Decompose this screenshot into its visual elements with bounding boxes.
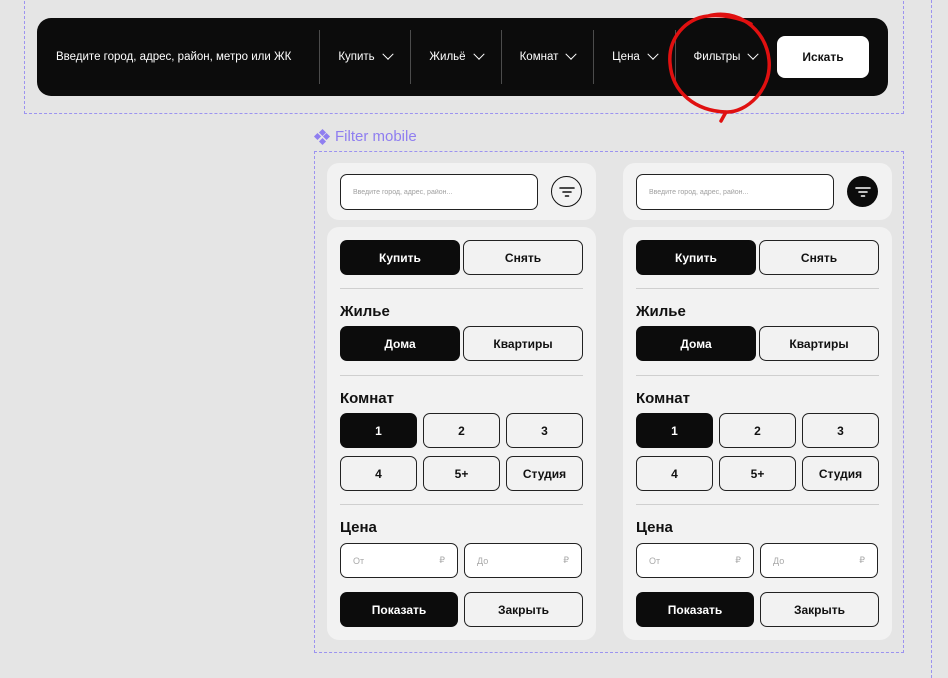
mobile-search-input-wrap	[340, 174, 538, 210]
dropdown-label: Комнат	[519, 51, 559, 63]
filter-toggle-button-active[interactable]	[847, 176, 878, 207]
deal-rent-option[interactable]: Снять	[759, 240, 879, 275]
show-results-button[interactable]: Показать	[340, 592, 458, 627]
filter-icon	[854, 186, 871, 197]
divider	[636, 375, 879, 376]
ruble-icon: ₽	[859, 555, 865, 565]
mobile-search-card	[623, 163, 892, 220]
desktop-search-bar: Введите город, адрес, район, метро или Ж…	[37, 18, 888, 96]
frame-guide-line	[931, 0, 932, 678]
chevron-down-icon	[382, 48, 394, 60]
divider	[340, 504, 583, 505]
rooms-option-2[interactable]: 2	[423, 413, 500, 448]
price-to-input[interactable]: До ₽	[464, 543, 582, 578]
chevron-down-icon	[647, 48, 659, 60]
deal-rent-option[interactable]: Снять	[463, 240, 583, 275]
rooms-option-studio[interactable]: Студия	[506, 456, 583, 491]
mobile-filter-panel: Купить Снять Жилье Дома Квартиры Комнат …	[327, 227, 596, 640]
mobile-search-input-wrap	[636, 174, 834, 210]
ruble-icon: ₽	[439, 555, 445, 565]
rooms-option-3[interactable]: 3	[802, 413, 879, 448]
component-icon	[313, 128, 331, 145]
desktop-price-dropdown[interactable]: Цена	[594, 30, 675, 84]
mobile-search-input[interactable]	[649, 188, 833, 196]
desktop-search-button[interactable]: Искать	[777, 36, 869, 78]
desktop-rooms-dropdown[interactable]: Комнат	[502, 30, 593, 84]
price-from-placeholder: От	[353, 555, 365, 566]
rooms-option-studio[interactable]: Студия	[802, 456, 879, 491]
filter-toggle-button[interactable]	[551, 176, 582, 207]
price-from-input[interactable]: От ₽	[636, 543, 754, 578]
dropdown-label: Жильё	[429, 51, 466, 63]
rooms-option-5plus[interactable]: 5+	[719, 456, 796, 491]
desktop-query-field[interactable]: Введите город, адрес, район, метро или Ж…	[56, 51, 319, 63]
dropdown-label: Фильтры	[693, 51, 741, 63]
rooms-option-4[interactable]: 4	[340, 456, 417, 491]
price-to-placeholder: До	[773, 555, 785, 566]
ruble-icon: ₽	[735, 555, 741, 565]
price-to-placeholder: До	[477, 555, 489, 566]
mobile-search-input[interactable]	[353, 188, 537, 196]
rooms-option-4[interactable]: 4	[636, 456, 713, 491]
rooms-option-1[interactable]: 1	[340, 413, 417, 448]
mobile-frame-label: Filter mobile	[313, 128, 417, 145]
mobile-frame-title: Filter mobile	[335, 128, 417, 145]
deal-buy-option[interactable]: Купить	[636, 240, 756, 275]
price-from-input[interactable]: От ₽	[340, 543, 458, 578]
divider	[340, 375, 583, 376]
housing-apartments-option[interactable]: Квартиры	[759, 326, 879, 361]
chevron-down-icon	[747, 48, 760, 60]
chevron-down-icon	[472, 48, 485, 60]
filter-icon	[558, 186, 575, 197]
rooms-option-2[interactable]: 2	[719, 413, 796, 448]
desktop-housing-dropdown[interactable]: Жильё	[411, 30, 501, 84]
housing-title: Жилье	[636, 303, 686, 320]
housing-houses-option[interactable]: Дома	[636, 326, 756, 361]
ruble-icon: ₽	[563, 555, 569, 565]
price-from-placeholder: От	[649, 555, 661, 566]
rooms-option-3[interactable]: 3	[506, 413, 583, 448]
divider	[636, 504, 879, 505]
dropdown-label: Купить	[338, 51, 375, 63]
rooms-option-1[interactable]: 1	[636, 413, 713, 448]
close-button[interactable]: Закрыть	[464, 592, 583, 627]
mobile-search-card	[327, 163, 596, 220]
desktop-filters-dropdown[interactable]: Фильтры	[676, 30, 775, 84]
price-title: Цена	[340, 519, 377, 536]
divider	[340, 288, 583, 289]
chevron-down-icon	[565, 48, 578, 60]
divider	[636, 288, 879, 289]
rooms-option-5plus[interactable]: 5+	[423, 456, 500, 491]
price-to-input[interactable]: До ₽	[760, 543, 878, 578]
show-results-button[interactable]: Показать	[636, 592, 754, 627]
close-button[interactable]: Закрыть	[760, 592, 879, 627]
desktop-buy-dropdown[interactable]: Купить	[320, 30, 410, 84]
housing-houses-option[interactable]: Дома	[340, 326, 460, 361]
dropdown-label: Цена	[612, 51, 640, 63]
housing-apartments-option[interactable]: Квартиры	[463, 326, 583, 361]
price-title: Цена	[636, 519, 673, 536]
mobile-filter-panel: Купить Снять Жилье Дома Квартиры Комнат …	[623, 227, 892, 640]
housing-title: Жилье	[340, 303, 390, 320]
rooms-title: Комнат	[636, 390, 690, 407]
deal-buy-option[interactable]: Купить	[340, 240, 460, 275]
rooms-title: Комнат	[340, 390, 394, 407]
